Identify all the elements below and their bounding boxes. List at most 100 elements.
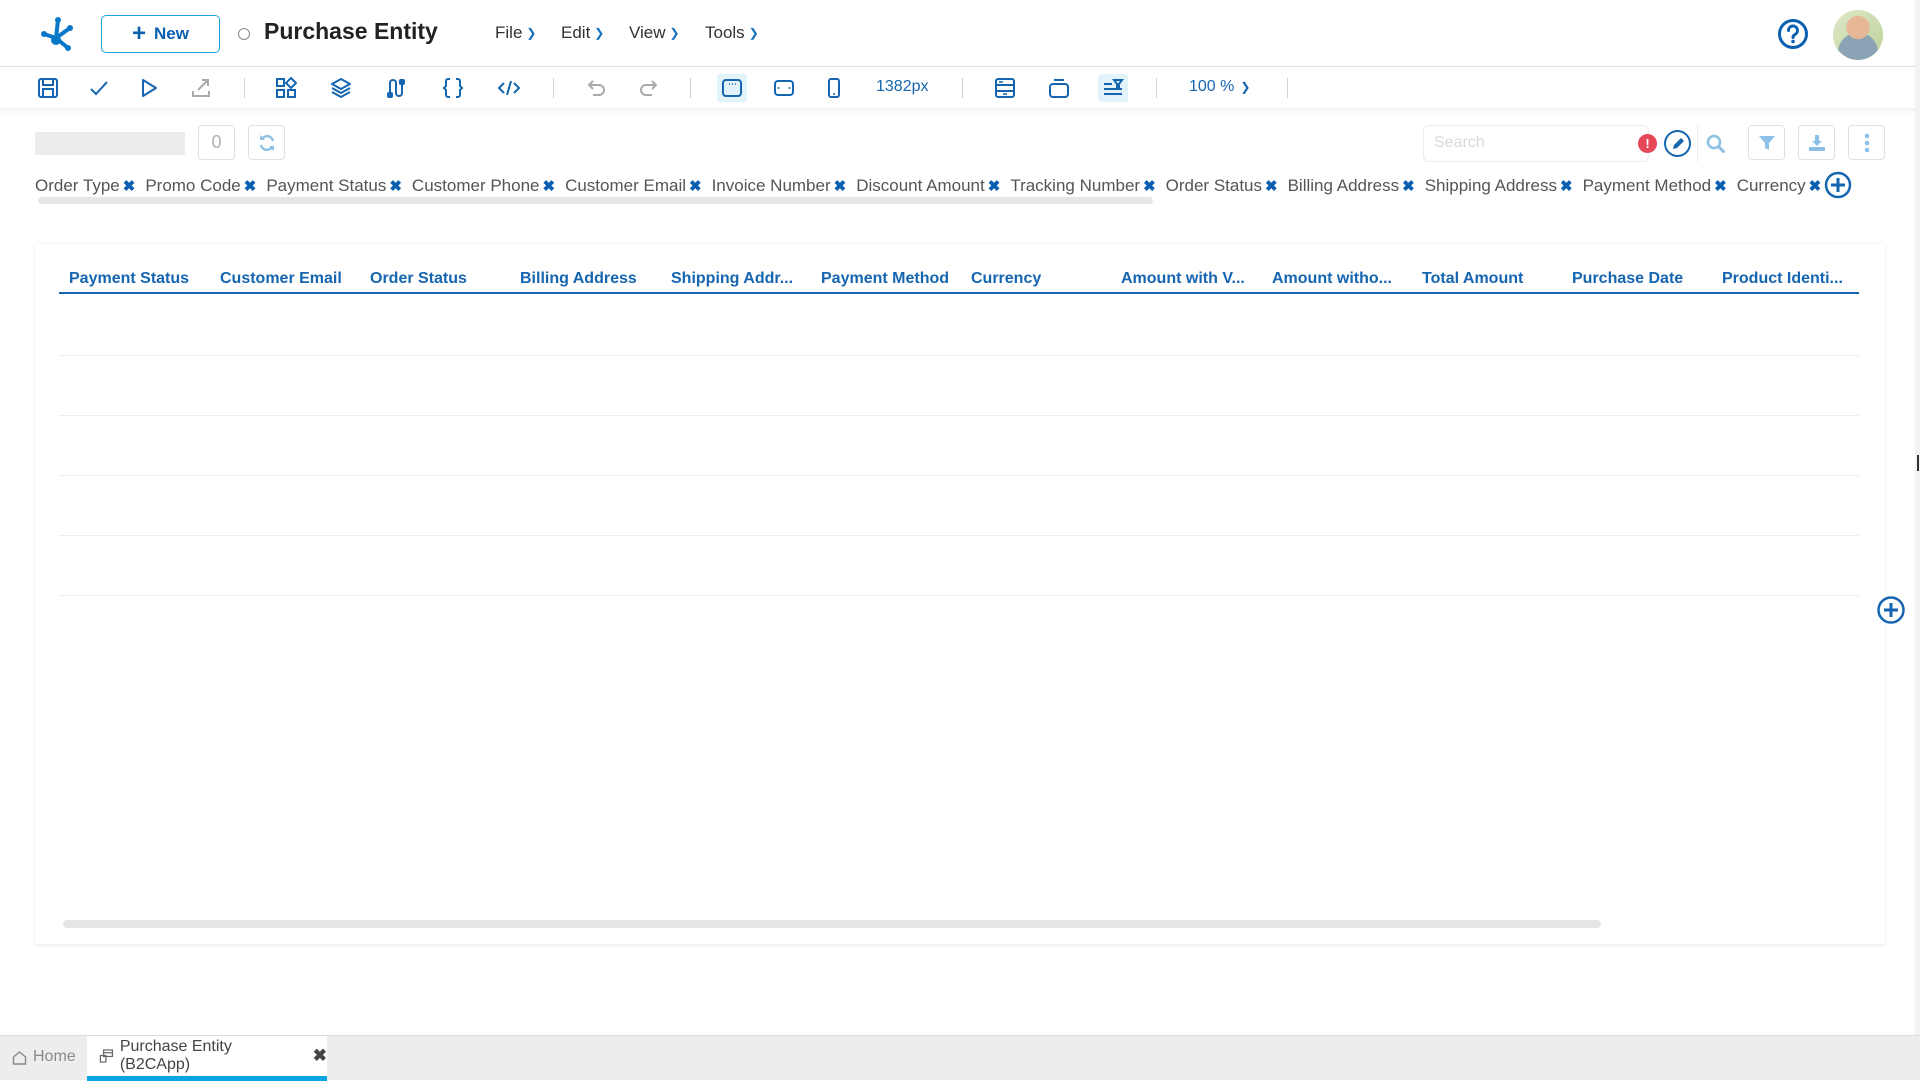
status-indicator-icon [238, 28, 250, 40]
column-chip: Promo Code ✖ [145, 176, 256, 196]
help-icon[interactable] [1777, 18, 1809, 50]
menu-tools[interactable]: Tools ❯ [705, 23, 759, 43]
column-header[interactable]: Currency [971, 270, 1041, 288]
save-button[interactable] [33, 74, 63, 102]
container-button[interactable] [1044, 74, 1074, 102]
table-row[interactable] [59, 296, 1859, 356]
save-icon [38, 78, 58, 98]
check-icon [90, 81, 108, 96]
menu-view[interactable]: View ❯ [629, 23, 680, 43]
tab-home-label: Home [33, 1048, 76, 1065]
export-button[interactable] [186, 74, 216, 102]
layers-button[interactable] [326, 74, 356, 102]
viewport-width-readout: 1382px [876, 78, 929, 95]
chips-scrollbar[interactable] [38, 197, 1153, 204]
menu-file-label: File [495, 23, 523, 42]
column-header[interactable]: Amount witho... [1272, 270, 1392, 288]
add-column-button[interactable] [1824, 171, 1852, 199]
column-chip: Currency ✖ [1737, 176, 1822, 196]
remove-chip-icon[interactable]: ✖ [543, 177, 556, 195]
remove-chip-icon[interactable]: ✖ [1809, 177, 1822, 195]
search-input[interactable] [1434, 134, 1624, 152]
entity-icon [99, 1049, 114, 1063]
remove-chip-icon[interactable]: ✖ [1560, 177, 1573, 195]
bottom-tab-bar: Home Purchase Entity (B2CApp) ✖ [0, 1035, 1920, 1081]
remove-chip-icon[interactable]: ✖ [1402, 177, 1415, 195]
more-options-button[interactable] [1848, 125, 1885, 160]
toolbar-divider [1156, 78, 1157, 98]
tablet-view-button[interactable] [769, 74, 799, 102]
more-vertical-icon [1864, 133, 1869, 152]
add-row-button[interactable] [1876, 595, 1906, 625]
close-tab-icon[interactable]: ✖ [313, 1046, 327, 1066]
remove-chip-icon[interactable]: ✖ [834, 177, 847, 195]
chip-label: Shipping Address [1424, 176, 1558, 195]
remove-chip-icon[interactable]: ✖ [988, 177, 1001, 195]
search-box [1423, 125, 1649, 162]
grid-header: Payment Status Customer Email Order Stat… [59, 264, 1859, 294]
table-row[interactable] [59, 536, 1859, 596]
table-row[interactable] [59, 416, 1859, 476]
new-button[interactable]: + New [101, 15, 220, 53]
toolbar-divider [244, 78, 245, 98]
grid-horizontal-scrollbar[interactable] [63, 920, 1601, 928]
column-header[interactable]: Order Status [370, 270, 467, 288]
remove-chip-icon[interactable]: ✖ [1265, 177, 1278, 195]
chip-label: Tracking Number [1010, 176, 1141, 195]
desktop-view-button[interactable] [717, 74, 747, 102]
toolbar-divider [553, 78, 554, 98]
remove-chip-icon[interactable]: ✖ [123, 177, 136, 195]
column-header[interactable]: Payment Method [821, 270, 949, 288]
edit-search-button[interactable] [1664, 130, 1691, 157]
tab-home[interactable]: Home [12, 1048, 76, 1066]
braces-button[interactable] [438, 74, 468, 102]
alert-icon[interactable]: ! [1638, 134, 1657, 153]
table-row[interactable] [59, 476, 1859, 536]
column-header[interactable]: Shipping Addr... [671, 270, 793, 288]
remove-chip-icon[interactable]: ✖ [389, 177, 402, 195]
flow-button[interactable] [381, 74, 411, 102]
refresh-icon [259, 134, 274, 151]
chip-label: Customer Email [565, 176, 686, 195]
chevron-down-icon: ❯ [594, 26, 605, 40]
remove-chip-icon[interactable]: ✖ [1143, 177, 1156, 195]
undo-button[interactable] [582, 74, 612, 102]
refresh-button[interactable] [248, 125, 285, 160]
zoom-select[interactable]: 100 % ❯ [1189, 78, 1250, 96]
column-header[interactable]: Amount with V... [1121, 270, 1245, 288]
redo-button[interactable] [633, 74, 663, 102]
menu-edit[interactable]: Edit ❯ [561, 23, 604, 43]
search-button[interactable] [1697, 125, 1734, 162]
components-icon [276, 77, 297, 98]
column-header[interactable]: Total Amount [1422, 270, 1523, 288]
layers-icon [331, 78, 351, 98]
remove-chip-icon[interactable]: ✖ [689, 177, 702, 195]
toolbar-divider [1287, 78, 1288, 98]
remove-chip-icon[interactable]: ✖ [244, 177, 257, 195]
validate-button[interactable] [84, 74, 114, 102]
filter-button[interactable] [1748, 125, 1785, 160]
remove-chip-icon[interactable]: ✖ [1714, 177, 1727, 195]
mobile-view-button[interactable] [819, 74, 849, 102]
components-button[interactable] [271, 74, 301, 102]
column-header[interactable]: Customer Email [220, 270, 342, 288]
column-header[interactable]: Payment Status [69, 270, 189, 288]
right-panel-edge[interactable] [1915, 0, 1920, 1035]
column-chips: Order Type ✖ Promo Code ✖ Payment Status ✖ … [35, 174, 1825, 198]
user-avatar[interactable] [1833, 10, 1883, 60]
code-button[interactable] [494, 74, 524, 102]
run-button[interactable] [134, 74, 164, 102]
plus-icon: + [132, 20, 147, 47]
form-layout-button[interactable] [990, 74, 1020, 102]
app-logo-icon[interactable] [36, 14, 78, 54]
table-row[interactable] [59, 356, 1859, 416]
download-button[interactable] [1798, 125, 1835, 160]
chip-label: Currency [1736, 176, 1806, 195]
tab-purchase-entity[interactable]: Purchase Entity (B2CApp) ✖ [87, 1036, 327, 1081]
column-header[interactable]: Product Identi... [1722, 270, 1843, 288]
menu-file[interactable]: File ❯ [495, 23, 536, 43]
column-header[interactable]: Billing Address [520, 270, 637, 288]
redo-icon [640, 80, 658, 96]
grid-layout-button[interactable] [1098, 74, 1128, 102]
column-header[interactable]: Purchase Date [1572, 270, 1683, 288]
